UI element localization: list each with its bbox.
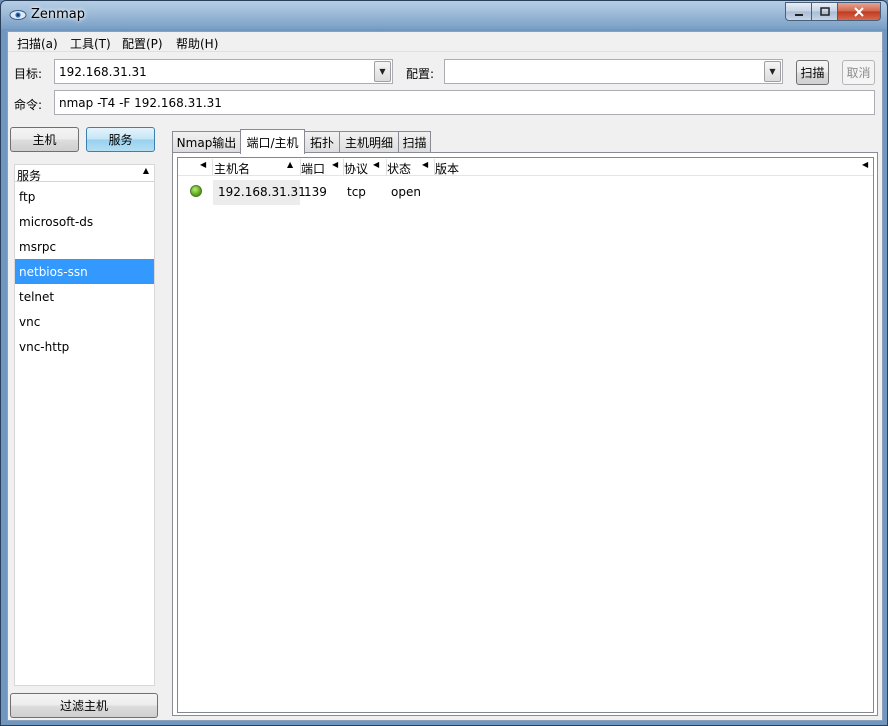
command-value[interactable]: nmap -T4 -F 192.168.31.31 — [59, 96, 222, 110]
list-item[interactable]: microsoft-ds — [15, 209, 154, 234]
maximize-icon — [819, 6, 830, 16]
ports-hosts-panel: ◀ 主机名 ▲ 端口 ◀ 协议 ◀ 状态 ◀ 版本 ◀ 192.168.31.3… — [172, 152, 878, 716]
close-icon — [854, 6, 864, 17]
list-item[interactable]: telnet — [15, 284, 154, 309]
window-title: Zenmap — [31, 7, 86, 22]
state-header-label: 状态 — [387, 162, 412, 176]
table-header: ◀ 主机名 ▲ 端口 ◀ 协议 ◀ 状态 ◀ 版本 ◀ — [178, 158, 873, 176]
version-header-label: 版本 — [435, 162, 460, 176]
service-name: microsoft-ds — [19, 215, 94, 229]
hosts-view-button[interactable]: 主机 — [10, 127, 79, 152]
host-up-icon — [190, 185, 202, 197]
ports-table[interactable]: ◀ 主机名 ▲ 端口 ◀ 协议 ◀ 状态 ◀ 版本 ◀ 192.168.31.3… — [177, 157, 874, 713]
chevron-left-icon: ◀ — [373, 160, 380, 169]
client-area: 扫描(a) 工具(T) 配置(P) 帮助(H) 目标: 192.168.31.3… — [7, 31, 883, 721]
services-view-button[interactable]: 服务 — [86, 127, 155, 152]
menu-tools[interactable]: 工具(T) — [70, 35, 111, 52]
target-value[interactable]: 192.168.31.31 — [59, 65, 147, 79]
tab-ports-hosts[interactable]: 端口/主机 — [240, 129, 305, 154]
list-item-selected[interactable]: netbios-ssn — [15, 259, 154, 284]
tab-topology[interactable]: 拓扑 — [304, 131, 340, 153]
chevron-left-icon: ◀ — [332, 160, 339, 169]
cell-port[interactable]: 139 — [304, 185, 327, 199]
profile-dropdown-button[interactable]: ▼ — [764, 61, 781, 82]
menu-help[interactable]: 帮助(H) — [176, 35, 218, 52]
services-list[interactable]: 服务 ▲ ftp microsoft-ds msrpc netbios-ssn … — [14, 164, 155, 686]
cell-hostname[interactable]: 192.168.31.31 — [218, 185, 306, 199]
service-name: msrpc — [19, 240, 57, 254]
target-label: 目标: — [14, 67, 43, 81]
close-button[interactable] — [837, 2, 881, 21]
minimize-button[interactable] — [785, 2, 811, 21]
tab-host-details[interactable]: 主机明细 — [339, 131, 399, 153]
chevron-left-icon: ◀ — [422, 160, 429, 169]
service-name: vnc — [19, 315, 41, 329]
zenmap-eye-icon — [9, 10, 27, 20]
tab-scans[interactable]: 扫描 — [398, 131, 431, 153]
protocol-header-label: 协议 — [344, 162, 369, 176]
list-item[interactable]: msrpc — [15, 234, 154, 259]
chevron-left-icon: ◀ — [862, 160, 869, 169]
sort-ascending-icon: ▲ — [287, 160, 294, 169]
service-name: vnc-http — [19, 340, 70, 354]
profile-combo[interactable]: ▼ — [444, 59, 783, 84]
port-header-label: 端口 — [301, 162, 326, 176]
chevron-down-icon: ▼ — [379, 67, 386, 76]
cell-protocol[interactable]: tcp — [347, 185, 366, 199]
column-header-status[interactable]: ◀ — [178, 158, 213, 176]
chevron-down-icon: ▼ — [769, 67, 776, 76]
target-dropdown-button[interactable]: ▼ — [374, 61, 391, 82]
profile-label: 配置: — [406, 67, 435, 81]
column-header-state[interactable]: 状态 ◀ — [386, 158, 434, 176]
column-header-port[interactable]: 端口 ◀ — [300, 158, 343, 176]
scan-button[interactable]: 扫描 — [796, 60, 829, 85]
title-bar[interactable]: Zenmap — [1, 1, 887, 29]
target-combo[interactable]: 192.168.31.31 ▼ — [54, 59, 393, 84]
minimize-icon — [794, 13, 803, 16]
sort-ascending-icon: ▲ — [142, 166, 149, 175]
zenmap-window: Zenmap 扫描(a) 工具(T) 配置(P) 帮助(H) 目标: 192.1… — [0, 0, 888, 726]
service-name: telnet — [19, 290, 55, 304]
menu-bar: 扫描(a) 工具(T) 配置(P) 帮助(H) — [8, 32, 882, 52]
maximize-button[interactable] — [811, 2, 837, 21]
list-item[interactable]: ftp — [15, 184, 154, 209]
menu-scan[interactable]: 扫描(a) — [17, 35, 58, 52]
command-field[interactable]: nmap -T4 -F 192.168.31.31 — [54, 90, 875, 115]
command-label: 命令: — [14, 98, 43, 112]
hostname-header-label: 主机名 — [214, 162, 251, 176]
cell-state[interactable]: open — [391, 185, 421, 199]
services-column-header[interactable]: 服务 ▲ — [15, 165, 154, 183]
list-item[interactable]: vnc — [15, 309, 154, 334]
tab-nmap-output[interactable]: Nmap输出 — [172, 131, 241, 153]
menu-profile[interactable]: 配置(P) — [122, 35, 163, 52]
chevron-left-icon: ◀ — [200, 160, 207, 169]
service-name: ftp — [19, 190, 36, 204]
column-header-protocol[interactable]: 协议 ◀ — [343, 158, 386, 176]
service-name: netbios-ssn — [19, 265, 88, 279]
cancel-button[interactable]: 取消 — [842, 60, 875, 85]
column-header-hostname[interactable]: 主机名 ▲ — [213, 158, 300, 176]
list-item[interactable]: vnc-http — [15, 334, 154, 359]
filter-hosts-button[interactable]: 过滤主机 — [10, 693, 158, 718]
services-header-label: 服务 — [17, 169, 42, 183]
column-header-version[interactable]: 版本 ◀ — [434, 158, 873, 176]
